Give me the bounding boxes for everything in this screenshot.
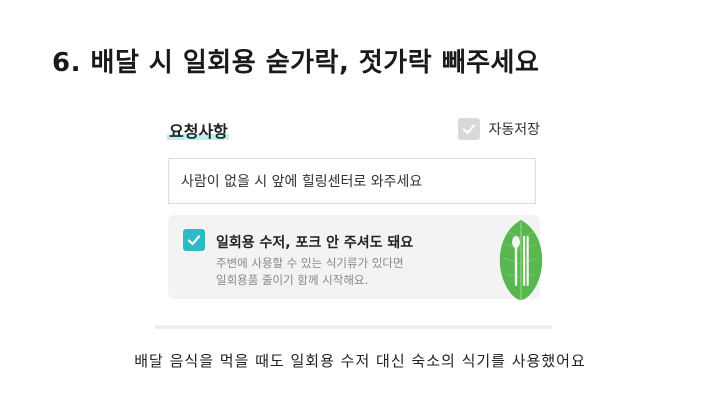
autosave-checkbox[interactable] [458, 118, 481, 140]
utensil-option-label: 일회용 수저, 포크 안 주셔도 돼요 [216, 235, 414, 251]
utensil-option-description: 주변에 사용할 수 있는 식기류가 있다면 일회용품 줄이기 함께 시작해요. [216, 255, 476, 289]
leaf-utensils-icon [499, 220, 543, 300]
slide-title: 6. 배달 시 일회용 숟가락, 젓가락 빼주세요 [52, 48, 540, 78]
autosave-label: 자동저장 [488, 122, 540, 138]
autosave-toggle[interactable]: 자동저장 [458, 118, 540, 140]
request-input[interactable]: 사람이 없을 시 앞에 힐링센터로 와주세요 [168, 158, 536, 204]
description-line-1: 주변에 사용할 수 있는 식기류가 있다면 [216, 256, 404, 270]
slide-caption: 배달 음식을 먹을 때도 일회용 수저 대신 숙소의 식기를 사용했어요 [134, 352, 586, 370]
check-icon [463, 124, 476, 135]
card-divider [155, 325, 552, 329]
section-title-text: 요청사항 [169, 122, 228, 141]
check-icon [187, 235, 201, 246]
utensil-option-panel[interactable]: 일회용 수저, 포크 안 주셔도 돼요 주변에 사용할 수 있는 식기류가 있다… [168, 215, 540, 299]
utensil-checkbox[interactable] [183, 229, 205, 251]
request-card: 요청사항 자동저장 사람이 없을 시 앞에 힐링센터로 와주세요 일회용 수저,… [155, 100, 552, 328]
section-title: 요청사항 [169, 118, 228, 142]
description-line-2: 일회용품 줄이기 함께 시작해요. [216, 273, 369, 287]
